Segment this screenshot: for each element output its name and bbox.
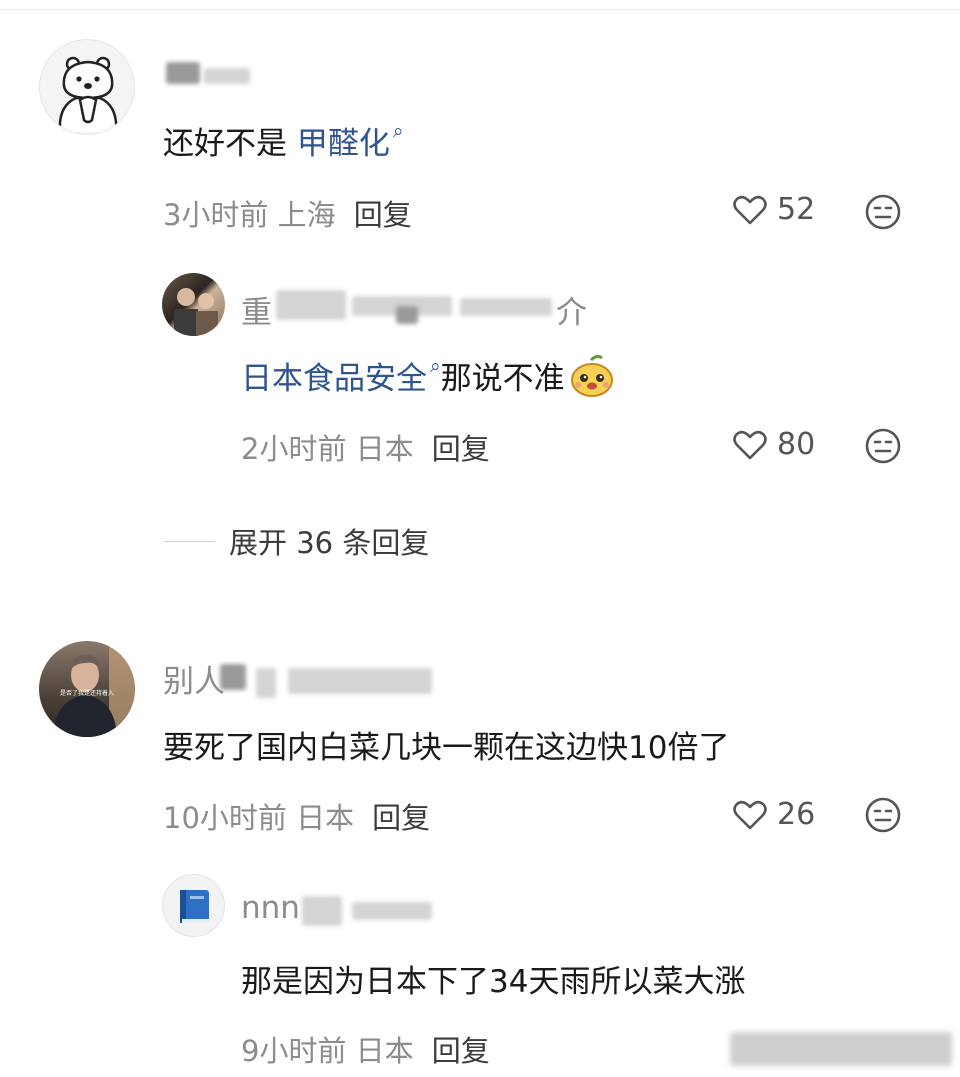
man-photo: 是否了我是还持着入	[53, 641, 135, 737]
comment-username[interactable]: 别人	[163, 656, 225, 701]
mango-emoji-icon	[570, 354, 613, 397]
reply-username[interactable]: 重	[241, 287, 272, 332]
reply-username[interactable]: nnn	[241, 890, 300, 926]
watermark-blur	[730, 1032, 952, 1066]
heart-icon	[733, 195, 767, 224]
dislike-face-icon[interactable]	[864, 193, 902, 231]
reply-meta: 2小时前 日本 回复	[241, 432, 490, 466]
search-icon: ⌕	[430, 355, 441, 377]
reply-button[interactable]: 回复	[354, 198, 412, 232]
expand-label: 展开 36 条回复	[229, 526, 430, 560]
redacted-username	[256, 668, 276, 698]
search-icon: ⌕	[392, 120, 404, 142]
avatar-photo-man[interactable]: 是否了我是还持着入	[39, 641, 135, 737]
expand-replies-button[interactable]: 展开 36 条回复	[163, 520, 429, 562]
like-button[interactable]: 80	[733, 427, 815, 462]
reply-meta: 9小时前 日本 回复	[241, 1034, 490, 1068]
dislike-face-icon[interactable]	[864, 796, 902, 834]
like-count: 80	[777, 427, 816, 462]
like-button[interactable]: 26	[733, 797, 815, 832]
redacted-username	[166, 62, 200, 84]
comment-text: 还好不是 甲醛化 ⌕	[163, 120, 404, 162]
reply-username-tail: 介	[556, 295, 587, 331]
people-photo	[174, 288, 218, 336]
expand-divider	[163, 540, 215, 542]
redacted-username	[396, 306, 418, 324]
comment-text: 要死了国内白菜几块一颗在这边快10倍了	[163, 730, 730, 766]
top-divider	[0, 9, 960, 10]
avatar-photo-couple[interactable]	[162, 273, 225, 336]
redacted-username	[276, 290, 346, 320]
redacted-username	[302, 896, 342, 926]
reply-button[interactable]: 回复	[432, 1034, 490, 1068]
reply-text: 日本食品安全 ⌕ 那说不准	[241, 353, 615, 398]
reply-button[interactable]: 回复	[432, 432, 490, 466]
avatar-blue-book[interactable]	[162, 874, 225, 937]
redacted-username	[352, 902, 432, 920]
search-link[interactable]: 日本食品安全 ⌕	[241, 353, 441, 398]
comment-meta: 10小时前 日本 回复	[163, 801, 431, 835]
like-count: 52	[777, 192, 816, 227]
blue-book-icon	[180, 890, 209, 923]
redacted-username	[460, 298, 552, 316]
like-count: 26	[777, 797, 816, 832]
like-button[interactable]: 52	[733, 192, 815, 227]
dislike-face-icon[interactable]	[864, 427, 902, 465]
avatar-polar-bear[interactable]	[39, 39, 135, 135]
heart-icon	[733, 430, 767, 459]
polar-bear-icon	[58, 56, 118, 133]
avatar-caption: 是否了我是还持着入	[60, 689, 114, 697]
reply-text: 那是因为日本下了34天雨所以菜大涨	[241, 964, 746, 1000]
redacted-username	[204, 68, 250, 84]
heart-icon	[733, 800, 767, 829]
reply-button[interactable]: 回复	[372, 801, 430, 835]
redacted-username	[220, 664, 246, 690]
search-link[interactable]: 甲醛化 ⌕	[297, 120, 404, 162]
comment-meta: 3小时前 上海 回复	[163, 198, 412, 232]
redacted-username	[288, 668, 432, 694]
